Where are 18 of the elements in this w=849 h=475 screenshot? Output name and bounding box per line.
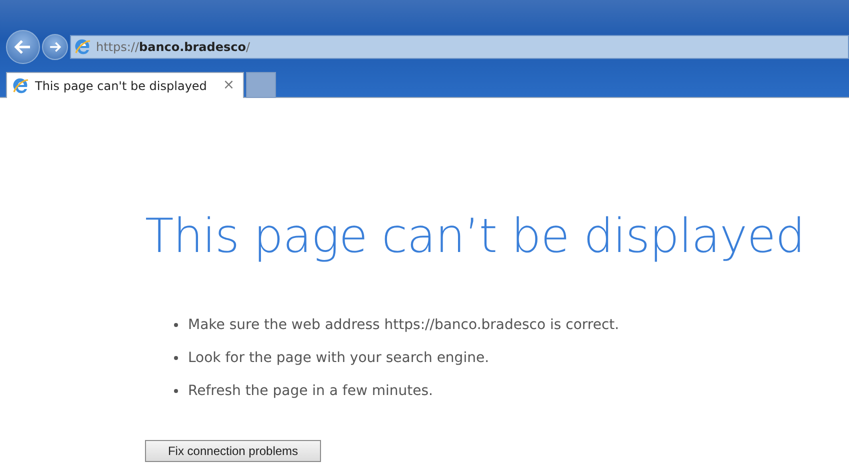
tab-title: This page can't be displayed: [35, 78, 207, 94]
suggestion-text: Make sure the web address https://banco.bradesco is correct.: [188, 316, 620, 334]
suggestion-text: Refresh the page in a few minutes.: [188, 382, 433, 400]
browser-tab[interactable]: This page can't be displayed ×: [6, 72, 244, 98]
bullet-icon: [174, 389, 178, 393]
address-bar[interactable]: https://banco.bradesco/: [70, 35, 849, 59]
error-heading: This page can’t be displayed: [145, 208, 806, 266]
fix-connection-button[interactable]: Fix connection problems: [145, 440, 321, 462]
back-button[interactable]: [6, 30, 40, 64]
forward-arrow-icon: [48, 40, 62, 54]
bullet-icon: [174, 356, 178, 360]
url-text: https://banco.bradesco/: [96, 39, 250, 56]
browser-logo-icon: [13, 78, 29, 94]
browser-logo-icon: [75, 39, 91, 55]
bullet-icon: [174, 323, 178, 327]
forward-button[interactable]: [42, 34, 68, 60]
close-tab-button[interactable]: ×: [222, 75, 235, 96]
suggestion-text: Look for the page with your search engine.: [188, 348, 490, 368]
